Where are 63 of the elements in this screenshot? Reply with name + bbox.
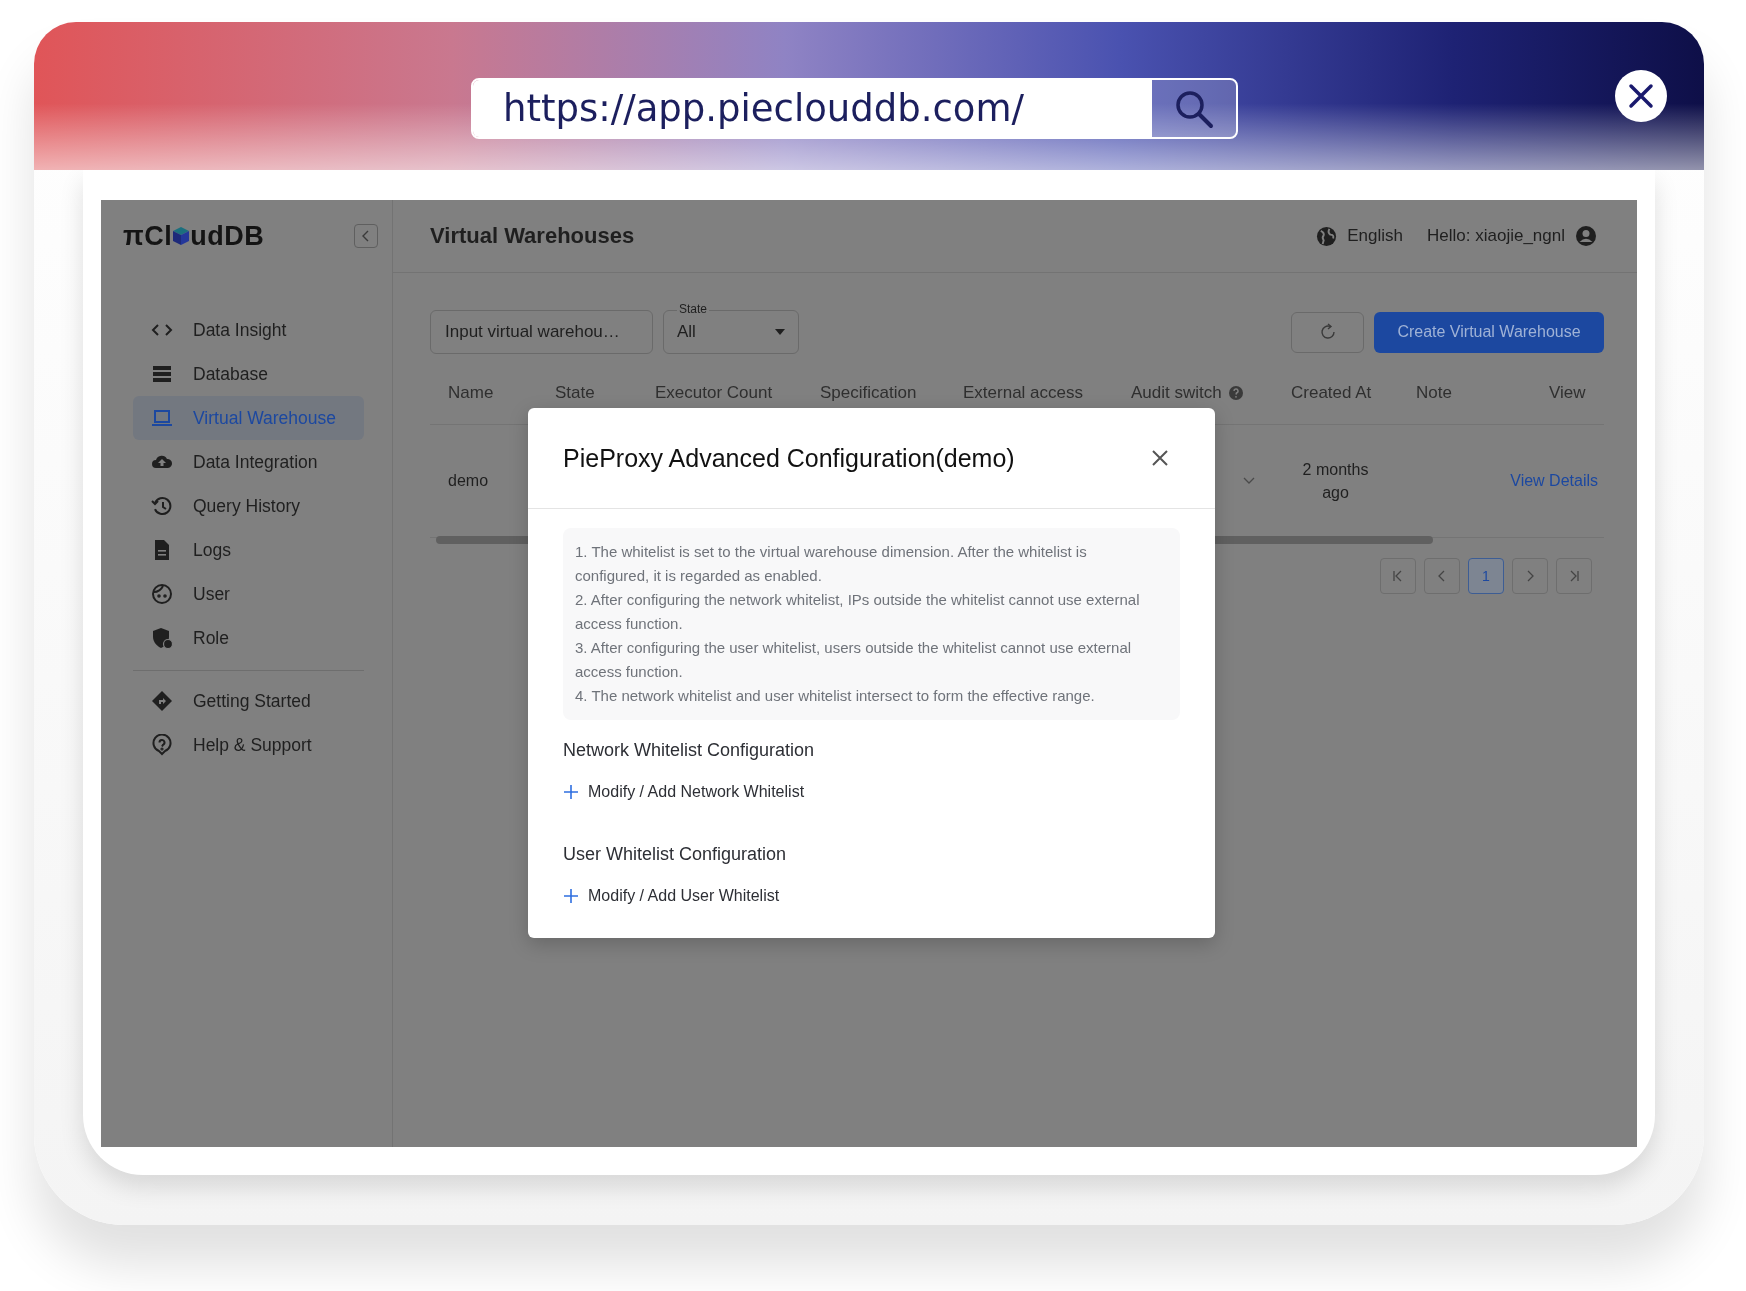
view-details-link[interactable]: View Details bbox=[1510, 472, 1598, 489]
first-page-button[interactable] bbox=[1380, 558, 1416, 594]
search-field[interactable]: Input virtual warehou… bbox=[430, 310, 653, 354]
chevron-left-icon bbox=[361, 230, 371, 242]
plus-icon bbox=[563, 888, 579, 904]
shield-icon bbox=[151, 627, 173, 649]
sidebar-item[interactable]: Getting Started bbox=[133, 679, 364, 723]
close-icon bbox=[1628, 83, 1654, 109]
help-icon bbox=[1227, 384, 1244, 401]
page-title: Virtual Warehouses bbox=[430, 223, 635, 249]
note-text: 3. After configuring the user whitelist, users outside the whitelist cannot use external access function. bbox=[575, 638, 1133, 682]
dialog-title: PieProxy Advanced Configuration(demo) bbox=[563, 443, 1015, 473]
table-cell-text: 2 months ago bbox=[1301, 460, 1370, 503]
column-header: Name bbox=[448, 382, 494, 403]
history-icon bbox=[151, 495, 173, 517]
section-title: Network Whitelist Configuration bbox=[563, 740, 816, 761]
section-title: User Whitelist Configuration bbox=[563, 844, 788, 865]
column-header: View bbox=[1549, 382, 1586, 403]
refresh-button[interactable] bbox=[1291, 311, 1364, 353]
close-button[interactable] bbox=[1615, 70, 1667, 122]
first-page-icon bbox=[1392, 570, 1404, 582]
column-header: Audit switch bbox=[1131, 382, 1222, 403]
list-icon bbox=[151, 363, 173, 385]
last-page-button[interactable] bbox=[1556, 558, 1592, 594]
sidebar-item[interactable]: Database bbox=[133, 352, 364, 396]
plus-icon bbox=[563, 784, 579, 800]
last-page-icon bbox=[1568, 570, 1580, 582]
close-button[interactable] bbox=[1151, 449, 1169, 467]
create-button[interactable]: Create Virtual Warehouse bbox=[1374, 311, 1604, 353]
next-page-button[interactable] bbox=[1512, 558, 1548, 594]
previous-page-button[interactable] bbox=[1424, 558, 1460, 594]
sidebar-item[interactable]: Logs bbox=[133, 528, 364, 572]
column-header: Executor Count bbox=[655, 382, 773, 403]
caret-icon bbox=[1243, 477, 1255, 485]
note-text: 1. The whitelist is set to the virtual warehouse dimension. After the whitelist is configured, it is regarded as enabled. bbox=[575, 542, 1088, 586]
sidebar-item[interactable]: Help & Support bbox=[133, 723, 364, 767]
user-menu[interactable]: Hello: xiaojie_ngnl bbox=[1427, 225, 1597, 247]
globe-icon bbox=[1316, 225, 1338, 247]
sidebar-item[interactable]: Data Integration bbox=[133, 440, 364, 484]
sidebar-item[interactable]: Query History bbox=[133, 484, 364, 528]
table-cell: demo bbox=[448, 472, 489, 489]
collapse-button[interactable] bbox=[354, 224, 378, 248]
column-header: External access bbox=[963, 382, 1083, 403]
language-button[interactable]: English bbox=[1316, 225, 1403, 247]
sidebar-item[interactable]: User bbox=[133, 572, 364, 616]
note-text: 2. After configuring the network whitelist, IPs outside the whitelist cannot use external access function. bbox=[575, 590, 1141, 634]
column-header: State bbox=[555, 382, 595, 403]
column-header: Note bbox=[1416, 382, 1452, 403]
page-button[interactable]: 1 bbox=[1468, 558, 1504, 594]
add-link[interactable]: Modify / Add User Whitelist bbox=[563, 887, 780, 905]
signpost-icon bbox=[151, 690, 173, 712]
sidebar-item[interactable]: Role bbox=[133, 616, 364, 660]
column-header: Specification bbox=[820, 382, 917, 403]
dropdown-icon bbox=[775, 329, 785, 335]
laptop-icon bbox=[151, 407, 173, 429]
logo: πCl udDB bbox=[123, 220, 265, 252]
face-icon bbox=[151, 583, 173, 605]
column-header: Created At bbox=[1291, 382, 1372, 403]
add-link[interactable]: Modify / Add Network Whitelist bbox=[563, 783, 805, 801]
user-icon bbox=[1575, 225, 1597, 247]
note-text: 4. The network whitelist and user whitelist intersect to form the effective range. bbox=[575, 686, 1096, 706]
sidebar-item[interactable]: Data Insight bbox=[133, 308, 364, 352]
help-icon bbox=[151, 734, 173, 756]
